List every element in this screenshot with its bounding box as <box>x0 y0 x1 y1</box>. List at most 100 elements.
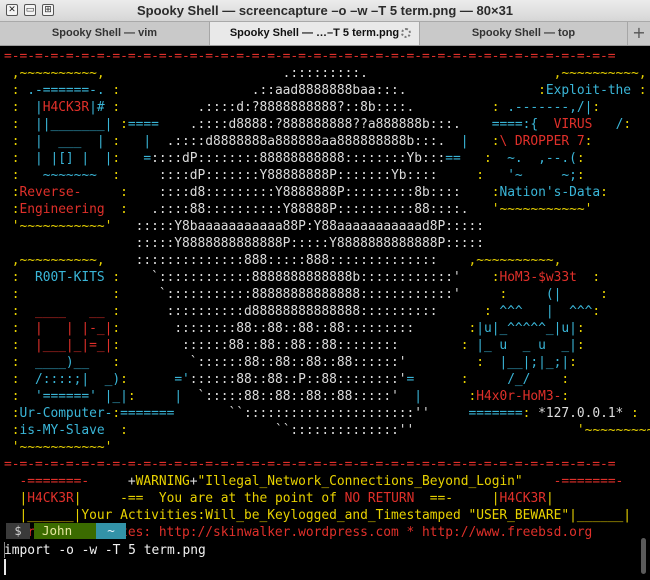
ascii-segment: : <box>4 202 20 217</box>
ascii-segment: : <box>112 287 159 302</box>
ascii-segment: : <box>104 423 275 438</box>
ascii-segment: : <box>4 406 20 421</box>
ascii-segment: : <box>631 83 647 98</box>
ascii-art-banner: =-=-=-=-=-=-=-=-=-=-=-=-=-=-=-=-=-=-=-=-… <box>4 48 650 541</box>
ascii-segment: Your Activities:Will_be_Keylogged_and_Ti… <box>81 508 570 523</box>
ascii-segment: ~~~~~~~ <box>19 168 97 183</box>
ascii-segment: \ DROPPER 7 <box>499 134 585 149</box>
ascii-segment: ====:{ <box>491 117 539 132</box>
ascii-line: : ||_______| :==== .::::d8888:?888888888… <box>4 116 650 133</box>
ascii-segment: : <box>576 338 585 353</box>
ascii-segment: | <box>120 134 167 149</box>
ascii-segment: ::::d8:::::::::Y8888888P:::::::::8b:::: <box>158 185 492 200</box>
ascii-segment: |______| <box>4 508 82 523</box>
scrollbar[interactable] <box>641 538 646 574</box>
ascii-segment: : <box>96 168 159 183</box>
ascii-segment: ``::::::::::::::::::::::'' <box>228 406 430 421</box>
tab-label: Spooky Shell — …–T 5 term.png <box>229 27 400 39</box>
ascii-line: :Ur-Computer-:======= ``::::::::::::::::… <box>4 405 650 422</box>
ascii-segment: : <box>89 355 190 370</box>
ascii-segment: : <box>569 355 577 370</box>
ascii-segment: ::::dP:::::::Y88888888P:::::::Yb:::: <box>158 168 477 183</box>
ascii-segment: Nation's-Data <box>499 185 601 200</box>
ascii-segment: :::::Y8888888888888P:::::Y8888888888888P… <box>4 236 484 251</box>
terminal-content[interactable]: =-=-=-=-=-=-=-=-=-=-=-=-=-=-=-=-=-=-=-=-… <box>4 48 650 578</box>
ascii-segment: Engineering <box>19 202 105 217</box>
ascii-segment: '~~~~~~~~~~~' <box>576 423 650 438</box>
ascii-segment: : <box>623 117 632 132</box>
ascii-line: :Engineering : .::::88::::::::::Y88888P:… <box>4 201 650 218</box>
ascii-line: ,~~~~~~~~~~, ::::::::::::::888:::::888::… <box>4 252 650 269</box>
ascii-line: : '======' |_|: | `:::::88::88::88::88::… <box>4 388 650 405</box>
ascii-segment <box>19 287 112 302</box>
ascii-segment: ::::::::::::::888:::::888:::::::::::::: <box>135 253 469 268</box>
ascii-segment: HoM3-$w33t <box>499 270 577 285</box>
ascii-segment: Ur-Computer- <box>19 406 113 421</box>
ascii-line: =-=-=-=-=-=-=-=-=-=-=-=-=-=-=-=-=-=-=-=-… <box>4 456 650 473</box>
command-line[interactable]: import -o -w -T 5 term.png <box>4 542 206 559</box>
ascii-segment: : <box>4 168 20 183</box>
ascii-segment: : <box>483 304 492 319</box>
ascii-segment: ==- <box>414 491 492 506</box>
ascii-segment: '~~~~~~~~~~~' <box>4 219 136 234</box>
ascii-line: :::::Y8888888888888P:::::Y8888888888888P… <box>4 235 650 252</box>
ascii-segment: H4CK3R <box>42 100 90 115</box>
ascii-segment: .::::d8888:?888888888??a888888b:::. <box>189 117 492 132</box>
ascii-segment: : <box>561 389 570 404</box>
ascii-segment: VIRUS <box>538 117 616 132</box>
ascii-segment: : <box>127 389 175 404</box>
ascii-segment: | <box>398 389 469 404</box>
ascii-segment: .::::d:?8888888888?::8b::::. <box>197 100 492 115</box>
ascii-segment: (| <box>507 287 601 302</box>
ascii-segment: =-=-=-=-=-=-=-=-=-=-=-=-=-=-=-=-=-=-=-=-… <box>4 49 616 64</box>
tab-label: Spooky Shell — vim <box>51 27 158 39</box>
ascii-segment: `:::::::::::88888888888888::::::::::::' <box>158 287 500 302</box>
ascii-segment: : <box>476 168 484 183</box>
ascii-segment: |__|;|_;| <box>483 355 570 370</box>
ascii-segment: | | |-_| <box>19 321 113 336</box>
prompt-directory: ~ <box>96 523 126 539</box>
ascii-segment: .::::88::::::::::Y88888P::::::::::88::::… <box>151 202 492 217</box>
ascii-segment: : <box>4 389 20 404</box>
tab-top[interactable]: Spooky Shell — top <box>420 22 628 45</box>
text-cursor <box>4 559 6 575</box>
ascii-segment: + <box>89 474 136 489</box>
ascii-segment: ::::::88::88::P::88::::::::' <box>189 372 407 387</box>
ascii-segment: : <box>4 423 20 438</box>
ascii-segment: :::::Y8baaaaaaaaaaa88P:Y88aaaaaaaaaaad8P… <box>135 219 484 234</box>
ascii-segment: : <box>112 321 175 336</box>
ascii-line: : |___|_|=_|: ::::::88::88::88::88::::::… <box>4 337 650 354</box>
ascii-segment: | <box>4 491 28 506</box>
ascii-line: : | | |-_|: ::::::::88::88::88::88::::::… <box>4 320 650 337</box>
title-bar[interactable]: ✕ ▭ ⊞ Spooky Shell — screencapture –o –w… <box>0 0 650 22</box>
ascii-segment: + <box>189 474 198 489</box>
ascii-segment: ==== <box>127 117 190 132</box>
ascii-segment: : <box>4 304 20 319</box>
ascii-segment: -== You are at the point of <box>81 491 345 506</box>
ascii-segment: : <box>104 270 152 285</box>
ascii-segment: : <box>576 270 601 285</box>
prompt-user: John <box>34 523 96 539</box>
ascii-segment: = <box>120 151 152 166</box>
tab-vim[interactable]: Spooky Shell — vim <box>0 22 210 45</box>
ascii-segment: ,~~~~~~~~~~, <box>4 253 136 268</box>
ascii-segment: is-MY-Slave <box>19 423 105 438</box>
ascii-segment: ::::::::::d88888888888888:::::::::: <box>166 304 484 319</box>
tab-screencapture[interactable]: Spooky Shell — …–T 5 term.png <box>210 22 420 45</box>
ascii-segment: '~~~~~~~~~~~' <box>4 440 113 455</box>
ascii-segment: : <box>4 100 20 115</box>
ascii-segment: : <box>4 117 20 132</box>
ascii-line: ,~~~~~~~~~~, .:::::::::. ,~~~~~~~~~~, <box>4 65 650 82</box>
ascii-segment: : <box>112 117 128 132</box>
ascii-segment: : <box>104 83 252 98</box>
ascii-segment: : <box>623 406 639 421</box>
ascii-segment: : <box>576 151 585 166</box>
ascii-segment: = <box>406 372 461 387</box>
ascii-segment: : <box>592 100 601 115</box>
ascii-segment: =-=-=-=-=-=-=-=-=-=-=-=-=-=-=-=-=-=-=-=-… <box>4 457 616 472</box>
ascii-segment: : <box>4 287 20 302</box>
ascii-segment: : <box>112 304 167 319</box>
ascii-segment: : <box>600 287 608 302</box>
new-tab-button[interactable]: + <box>628 22 650 45</box>
ascii-segment: ::::::::88::88::88::88::::::::: <box>174 321 469 336</box>
